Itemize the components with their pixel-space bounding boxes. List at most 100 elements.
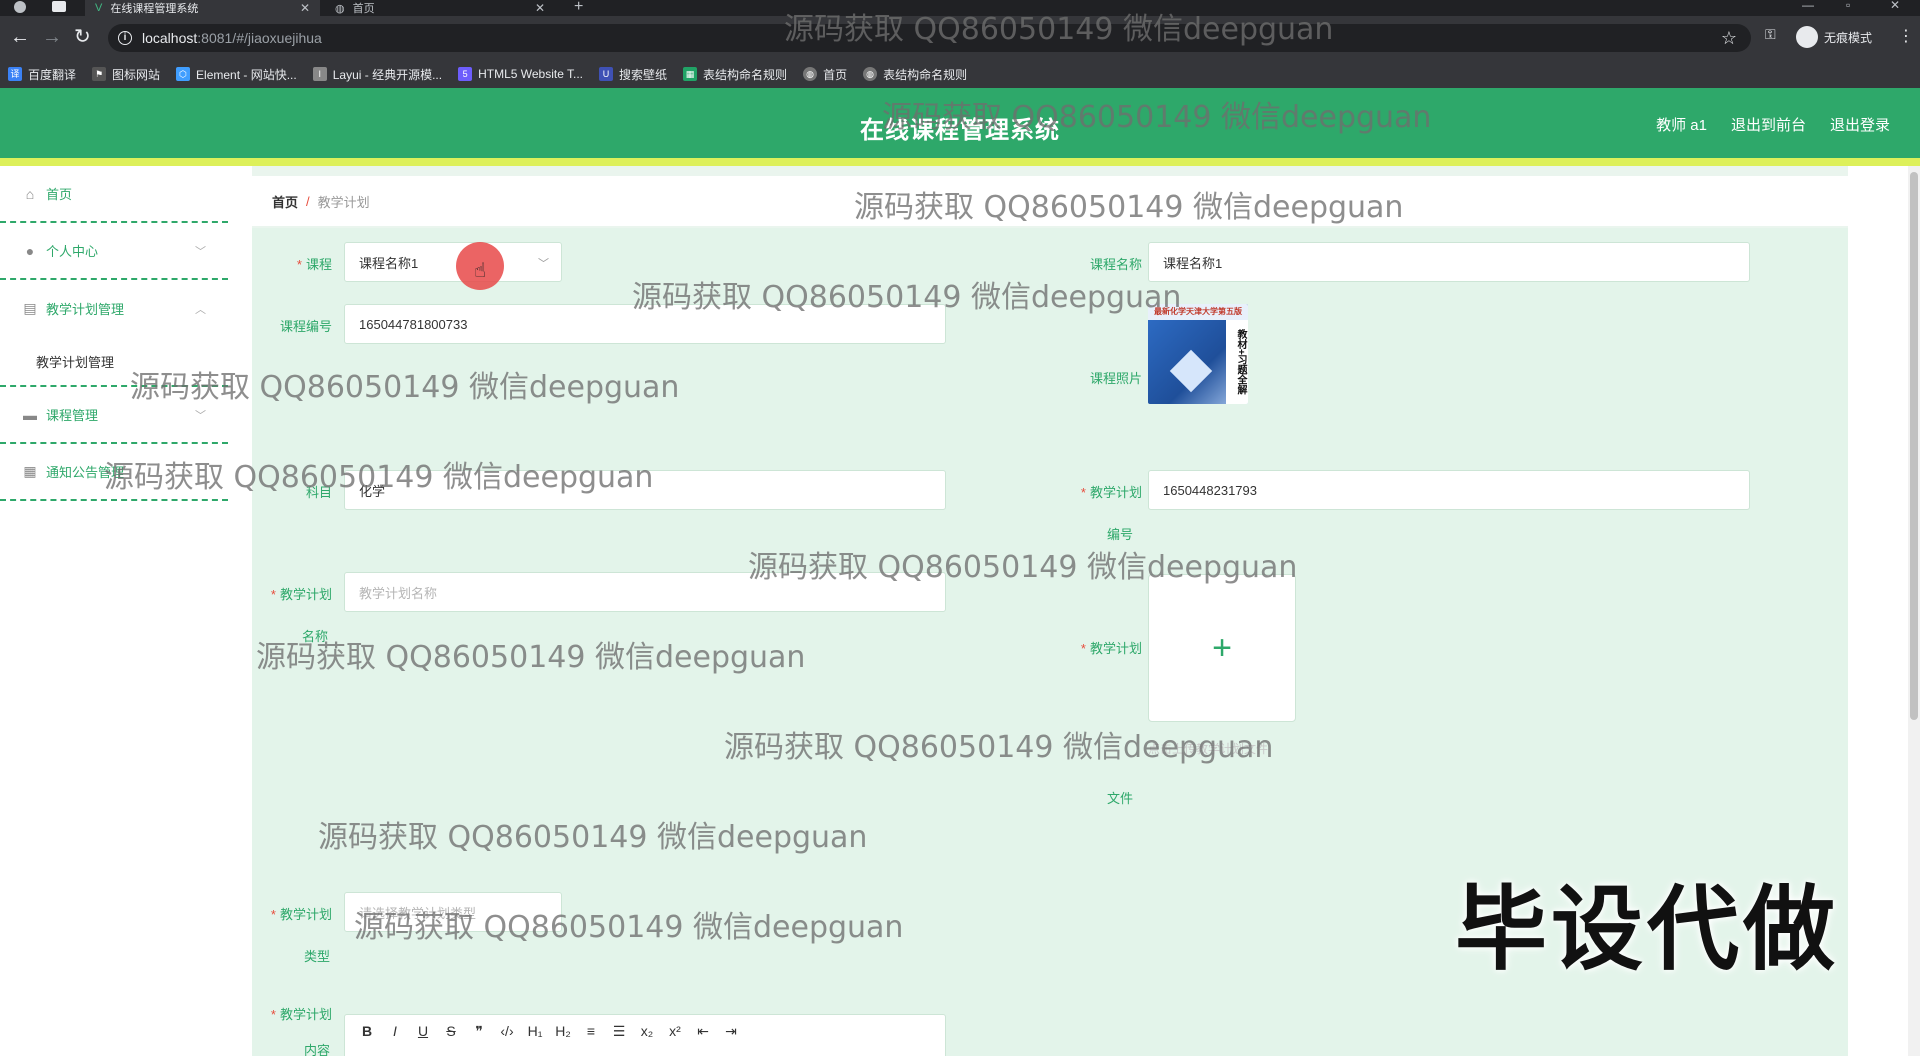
incognito-indicator[interactable]: 无痕模式 — [1796, 26, 1872, 48]
close-tab-icon[interactable]: ✕ — [535, 1, 545, 15]
book-cover-side-text: 教材+习题全解 — [1226, 320, 1248, 404]
bookmark-7[interactable]: ◍ 首页 — [803, 66, 847, 83]
close-tab-icon[interactable]: ✕ — [300, 1, 310, 15]
bookmark-8[interactable]: ◍ 表结构命名规则 — [863, 66, 967, 83]
close-window-button[interactable]: ✕ — [1890, 0, 1900, 12]
plan-content-editor[interactable]: B I U S ❞ ‹/› H₁ H₂ ≡ ☰ x₂ x² ⇤ ⇥ — [344, 1014, 946, 1056]
subscript-button[interactable]: x₂ — [639, 1023, 655, 1040]
plan-name-label-2: 名称 — [302, 629, 329, 644]
scrollbar-thumb[interactable] — [1910, 172, 1918, 720]
sidebar-item-home[interactable]: ⌂ 首页 — [0, 166, 228, 223]
underline-button[interactable]: U — [415, 1023, 431, 1040]
breadcrumb-current: 教学计划 — [317, 194, 370, 210]
italic-button[interactable]: I — [387, 1023, 403, 1040]
superscript-button[interactable]: x² — [667, 1023, 683, 1040]
element-icon: ⬡ — [176, 67, 191, 81]
sidebar: ⌂ 首页 ● 个人中心 ﹀ ▤ 教学计划管理 ︿ 教学计划管理 ▬ 课程管理 ﹀… — [0, 166, 228, 1056]
ordered-list-button[interactable]: ≡ — [583, 1023, 599, 1040]
plan-name-label: * 教学计划 — [270, 587, 332, 602]
overlay-banner-text: 毕设代做 — [1455, 876, 1840, 983]
chrome-menu-icon[interactable]: ⋮ — [1898, 27, 1914, 47]
course-photo-image[interactable]: 最新化学天津大学第五版 教材+习题全解 — [1148, 304, 1248, 404]
globe-icon: ◍ — [863, 67, 878, 81]
vue-icon: V — [95, 2, 103, 14]
outdent-button[interactable]: ⇤ — [695, 1023, 711, 1040]
book-cover-graphic — [1169, 349, 1213, 393]
chevron-down-icon: ﹀ — [538, 258, 549, 270]
plan-content-label: * 教学计划 — [270, 1007, 332, 1022]
bookmark-1[interactable]: ⚑ 图标网站 — [92, 66, 160, 83]
maximize-button[interactable]: ▫ — [1846, 0, 1850, 12]
editor-toolbar: B I U S ❞ ‹/› H₁ H₂ ≡ ☰ x₂ x² ⇤ ⇥ — [359, 1023, 739, 1040]
bullet-list-button[interactable]: ☰ — [611, 1023, 627, 1040]
flag-icon: ⚑ — [92, 67, 107, 81]
bookmark-3[interactable]: l Layui - 经典开源模... — [312, 66, 442, 83]
course-name-label: 课程名称 — [1089, 257, 1142, 272]
info-icon[interactable]: i — [118, 31, 132, 45]
sidebar-subitem-teaching-plan[interactable]: 教学计划管理 — [0, 337, 228, 387]
address-bar-row: ← → ↻ i localhost:8081/#/jiaoxuejihua ☆ … — [0, 16, 1920, 60]
hand-cursor-icon: ☝ — [474, 260, 487, 282]
reload-icon[interactable]: ↻ — [74, 27, 91, 47]
chevron-down-icon: ﹀ — [195, 245, 206, 258]
document-icon: ▤ — [23, 300, 37, 316]
page-scrollbar[interactable] — [1908, 166, 1920, 1056]
subject-field[interactable]: 化学 — [344, 470, 946, 510]
plus-icon: + — [1212, 628, 1232, 667]
current-user: 教师 a1 — [1656, 117, 1707, 134]
upload-hint: 点击上传教学计划文件 — [1148, 742, 1269, 756]
breadcrumb-separator: / — [306, 193, 310, 209]
back-to-front-link[interactable]: 退出到前台 — [1731, 114, 1806, 135]
back-arrow-icon[interactable]: ← — [10, 27, 30, 47]
globe-icon: ◍ — [803, 67, 818, 81]
sidebar-item-course[interactable]: ▬ 课程管理 ﹀ — [0, 387, 228, 444]
indent-button[interactable]: ⇥ — [723, 1023, 739, 1040]
globe-icon: ◍ — [335, 2, 345, 15]
plan-no-label: * 教学计划 — [1080, 485, 1142, 500]
plan-type-select[interactable]: 请选择教学计划类型 — [344, 892, 562, 932]
bookmarks-bar: 译百度翻译 ⚑ 图标网站 ⬡ Element - 网站快... l Layui - 经… — [0, 60, 1920, 88]
incognito-icon — [1796, 26, 1818, 48]
plan-name-input[interactable]: 教学计划名称 — [344, 572, 946, 612]
ticket-icon: ▬ — [23, 406, 37, 423]
code-button[interactable]: ‹/› — [499, 1023, 515, 1040]
bookmark-4[interactable]: 5 HTML5 Website T... — [458, 67, 583, 81]
url-input[interactable]: i localhost:8081/#/jiaoxuejihua ☆ — [108, 24, 1751, 52]
key-icon[interactable]: ⚿ — [1765, 26, 1776, 43]
minimize-button[interactable]: — — [1802, 0, 1814, 12]
course-label: * 课程 — [296, 257, 332, 272]
tab-course-system[interactable]: V 在线课程管理系统 ✕ — [85, 0, 320, 16]
sidebar-item-notice[interactable]: ▦ 通知公告管理 — [0, 444, 228, 501]
breadcrumb-home[interactable]: 首页 — [272, 192, 298, 211]
quote-button[interactable]: ❞ — [471, 1023, 487, 1040]
chrome-icon — [14, 1, 26, 13]
bookmark-6[interactable]: ▦ 表结构命名规则 — [683, 66, 787, 83]
header-divider — [0, 158, 1920, 166]
forward-arrow-icon[interactable]: → — [42, 27, 62, 47]
logout-link[interactable]: 退出登录 — [1830, 114, 1890, 135]
strike-button[interactable]: S — [443, 1023, 459, 1040]
plan-no-field[interactable]: 1650448231793 — [1148, 470, 1750, 510]
chevron-up-icon: ︿ — [195, 303, 206, 316]
bold-button[interactable]: B — [359, 1023, 375, 1040]
bookmark-star-icon[interactable]: ☆ — [1721, 28, 1737, 49]
sidebar-item-profile[interactable]: ● 个人中心 ﹀ — [0, 223, 228, 280]
book-cover-title: 最新化学天津大学第五版 — [1148, 304, 1248, 320]
course-no-label: 课程编号 — [279, 319, 332, 334]
bookmark-5[interactable]: U 搜索壁纸 — [599, 66, 667, 83]
grid-icon: ▦ — [23, 463, 37, 479]
tab-home[interactable]: ◍ 首页 ✕ — [325, 0, 555, 16]
h1-button[interactable]: H₁ — [527, 1023, 543, 1040]
chevron-down-icon: ﹀ — [195, 409, 206, 422]
new-tab-button[interactable]: + — [574, 0, 583, 16]
course-select[interactable]: 课程名称1 ﹀ — [344, 242, 562, 282]
h2-button[interactable]: H₂ — [555, 1023, 571, 1040]
browser-tabstrip: V 在线课程管理系统 ✕ ◍ 首页 ✕ + — ▫ ✕ — [0, 0, 1920, 16]
plan-file-upload[interactable]: + — [1148, 574, 1296, 722]
tab-search-icon[interactable] — [52, 1, 66, 12]
bookmark-0[interactable]: 译百度翻译 — [8, 66, 76, 83]
sidebar-item-teaching-plan[interactable]: ▤ 教学计划管理 ︿ — [0, 280, 228, 337]
course-no-field[interactable]: 165044781800733 — [344, 304, 946, 344]
course-name-field[interactable]: 课程名称1 — [1148, 242, 1750, 282]
bookmark-2[interactable]: ⬡ Element - 网站快... — [176, 66, 297, 83]
